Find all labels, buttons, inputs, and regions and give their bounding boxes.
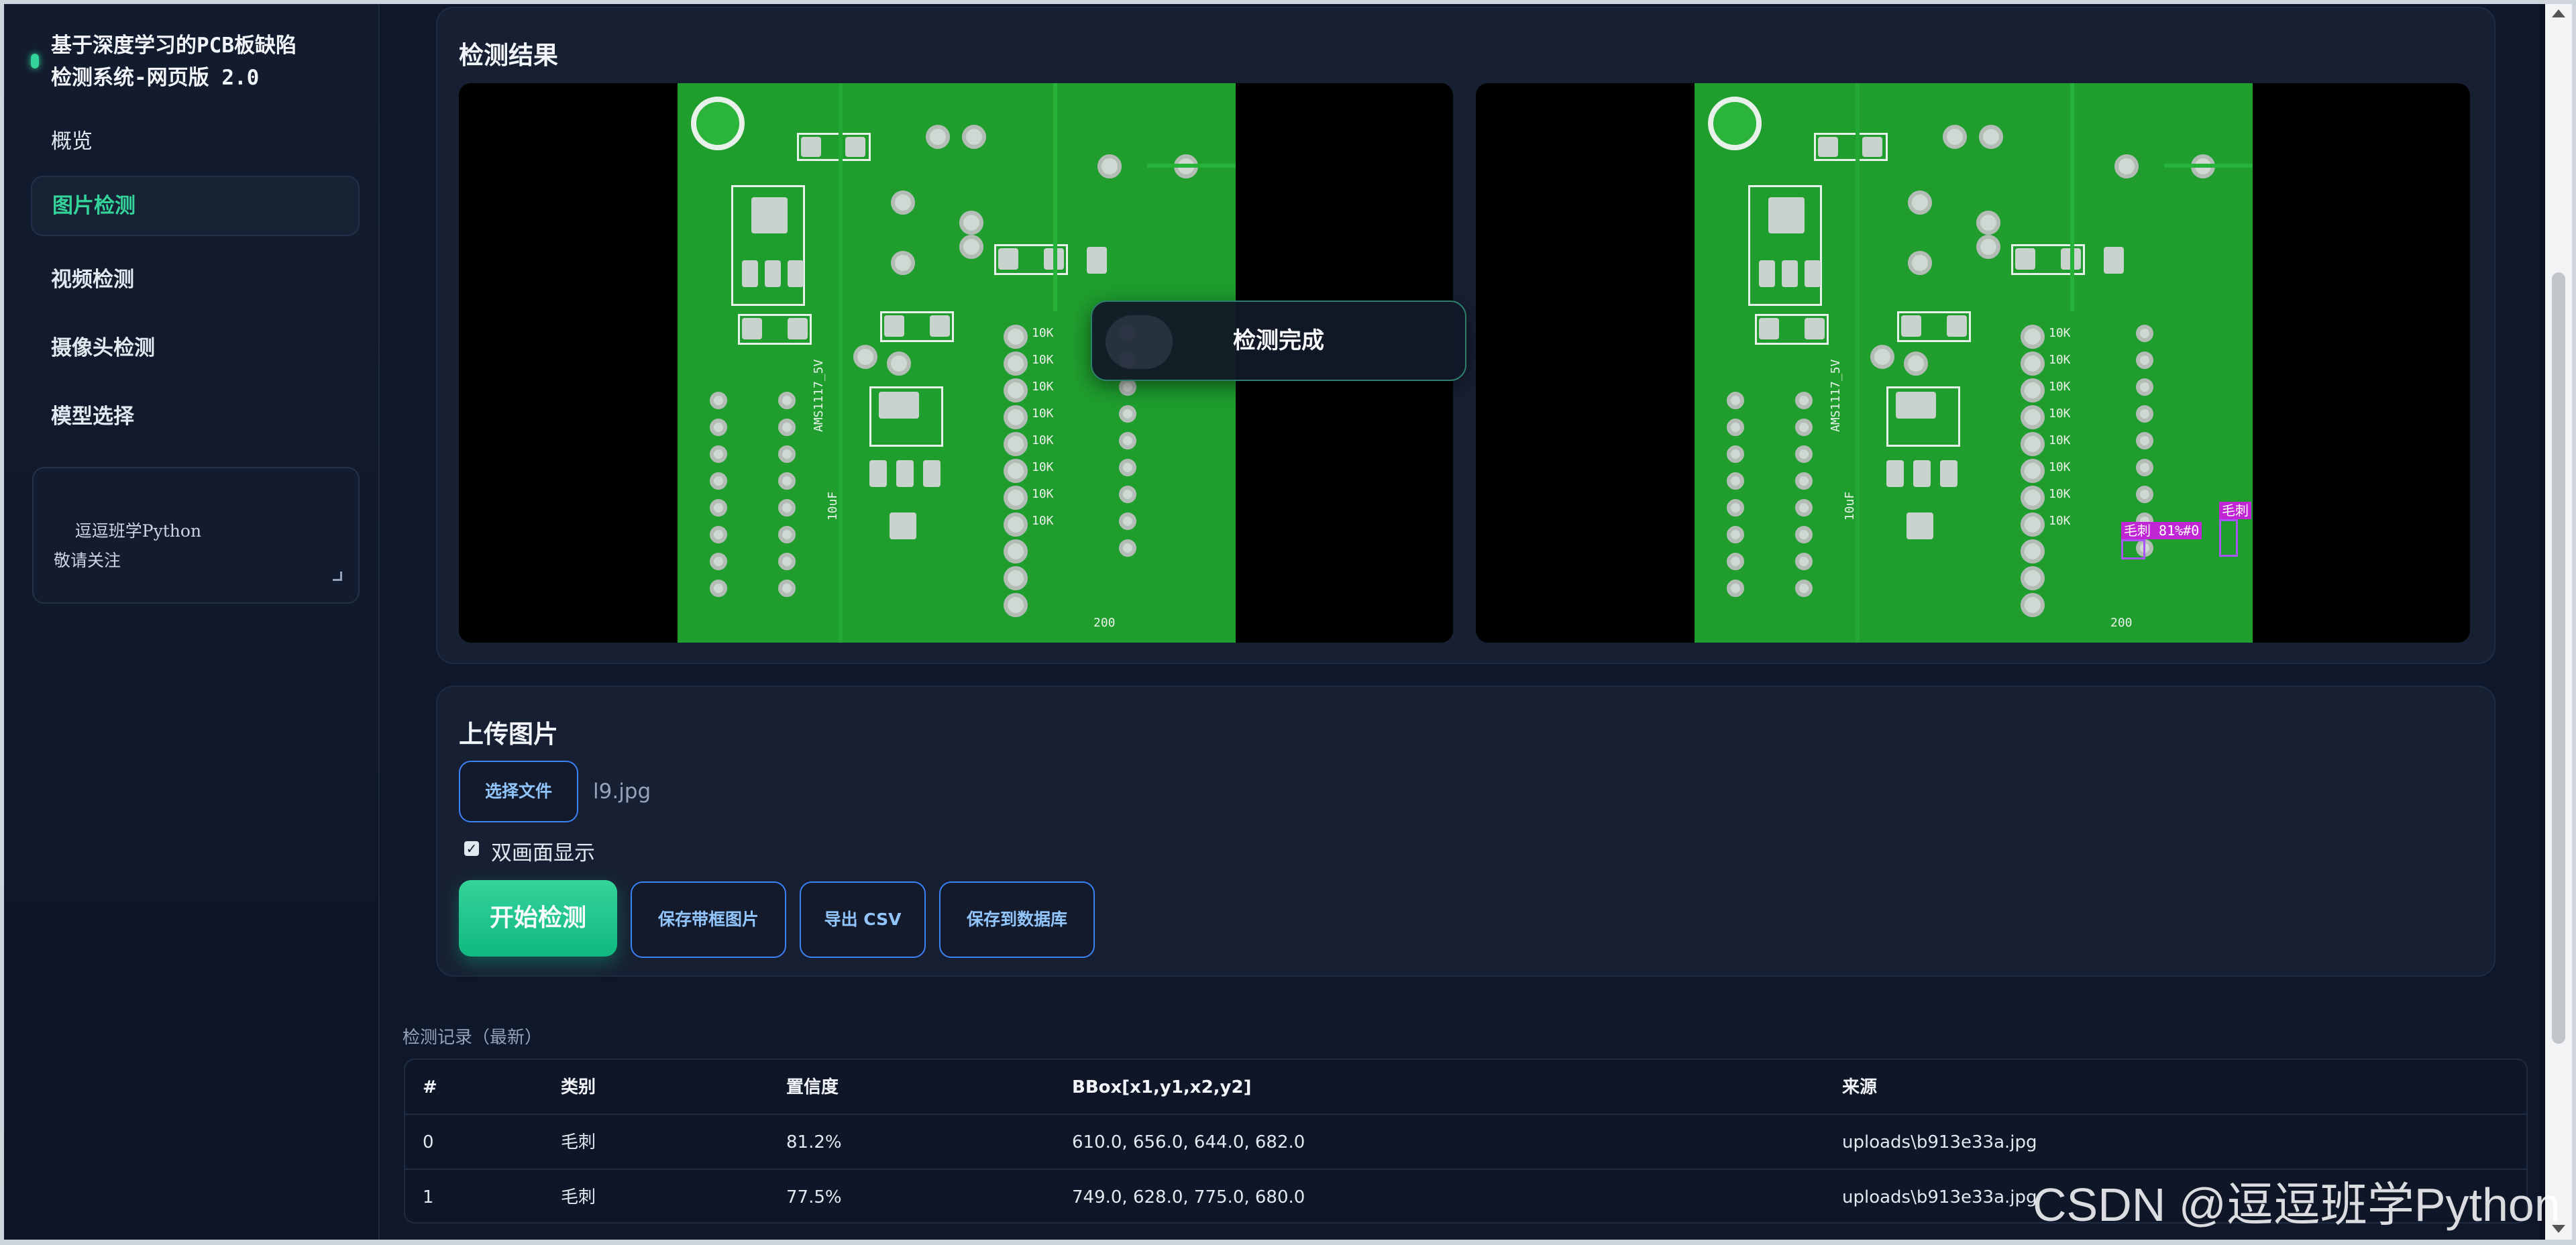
table-row[interactable]: 0 毛刺 81.2% 610.0, 656.0, 644.0, 682.0 up… [405, 1115, 2526, 1170]
note-text: 逗逗班学Python 敬请关注 [54, 521, 202, 570]
cell-class: 毛刺 [561, 1187, 596, 1207]
detection-complete-toast: 检测完成 [1091, 301, 1466, 381]
save-boxed-image-button[interactable]: 保存带框图片 [631, 881, 786, 958]
header-bbox: BBox[x1,y1,x2,y2] [1072, 1077, 1252, 1097]
pcb-image-annotated: 10K 10K 10K 10K 10K 10K 10K 10K 10uF AMS… [1695, 83, 2253, 643]
selected-filename: l9.jpg [593, 779, 651, 804]
save-to-database-button[interactable]: 保存到数据库 [939, 881, 1095, 958]
cell-index: 0 [423, 1132, 434, 1152]
sidebar-item-model-select[interactable]: 模型选择 [31, 386, 360, 447]
upload-card: 上传图片 选择文件 l9.jpg ✓ 双画面显示 开始检测 保存带框图片 导出 … [436, 686, 2496, 977]
cell-index: 1 [423, 1187, 434, 1207]
app-brand: 基于深度学习的PCB板缺陷 检测系统-网页版 2.0 [31, 30, 366, 94]
detection-label-1: 毛刺 [2219, 502, 2251, 519]
choose-file-button[interactable]: 选择文件 [459, 761, 578, 822]
header-source: 来源 [1842, 1077, 1878, 1097]
header-index: # [423, 1077, 437, 1097]
dual-view-checkbox[interactable]: ✓ [464, 841, 479, 856]
cell-confidence: 81.2% [786, 1132, 842, 1152]
export-csv-button[interactable]: 导出 CSV [800, 881, 926, 958]
sidebar-item-camera-detection[interactable]: 摄像头检测 [31, 318, 360, 378]
sidebar-item-image-detection[interactable]: 图片检测 [31, 176, 360, 236]
detection-label-0: 毛刺 81%#0 [2121, 522, 2202, 539]
main-content: 检测结果 10K 10K 10K 10K 10K 10K 10K 10K 10u… [380, 4, 2540, 1240]
table-header: # 类别 置信度 BBox[x1,y1,x2,y2] 来源 [405, 1060, 2526, 1115]
cell-class: 毛刺 [561, 1132, 596, 1152]
cell-bbox: 749.0, 628.0, 775.0, 680.0 [1072, 1187, 1305, 1207]
scroll-thumb[interactable] [2552, 272, 2565, 1044]
records-caption: 检测记录（最新） [402, 1028, 543, 1048]
results-title: 检测结果 [459, 41, 558, 70]
app-title: 基于深度学习的PCB板缺陷 检测系统-网页版 2.0 [51, 34, 297, 90]
scroll-up-icon[interactable] [2552, 9, 2565, 17]
header-class: 类别 [561, 1077, 596, 1097]
note-textarea[interactable]: 逗逗班学Python 敬请关注 [32, 467, 360, 604]
sidebar: 基于深度学习的PCB板缺陷 检测系统-网页版 2.0 概览 图片检测 视频检测 … [4, 4, 380, 1240]
page-scrollbar[interactable] [2545, 4, 2572, 1240]
header-confidence: 置信度 [786, 1077, 839, 1097]
sidebar-item-overview[interactable]: 概览 [31, 111, 360, 172]
cell-bbox: 610.0, 656.0, 644.0, 682.0 [1072, 1132, 1305, 1152]
cell-source: uploads\b913e33a.jpg [1842, 1187, 2037, 1207]
cell-confidence: 77.5% [786, 1187, 842, 1207]
watermark: CSDN @逗逗班学Python [2033, 1179, 2561, 1231]
sidebar-item-video-detection[interactable]: 视频检测 [31, 250, 360, 310]
upload-title: 上传图片 [459, 720, 558, 749]
toast-text: 检测完成 [1233, 327, 1324, 354]
detected-image-panel: 10K 10K 10K 10K 10K 10K 10K 10K 10uF AMS… [1476, 83, 2470, 643]
cell-source: uploads\b913e33a.jpg [1842, 1132, 2037, 1152]
start-detection-button[interactable]: 开始检测 [459, 880, 617, 957]
detection-box-0[interactable] [2121, 539, 2145, 559]
status-dot-icon [31, 54, 39, 68]
dual-view-label: 双画面显示 [491, 841, 595, 865]
detection-box-1[interactable] [2219, 519, 2238, 557]
resize-grip-icon[interactable] [333, 572, 342, 581]
